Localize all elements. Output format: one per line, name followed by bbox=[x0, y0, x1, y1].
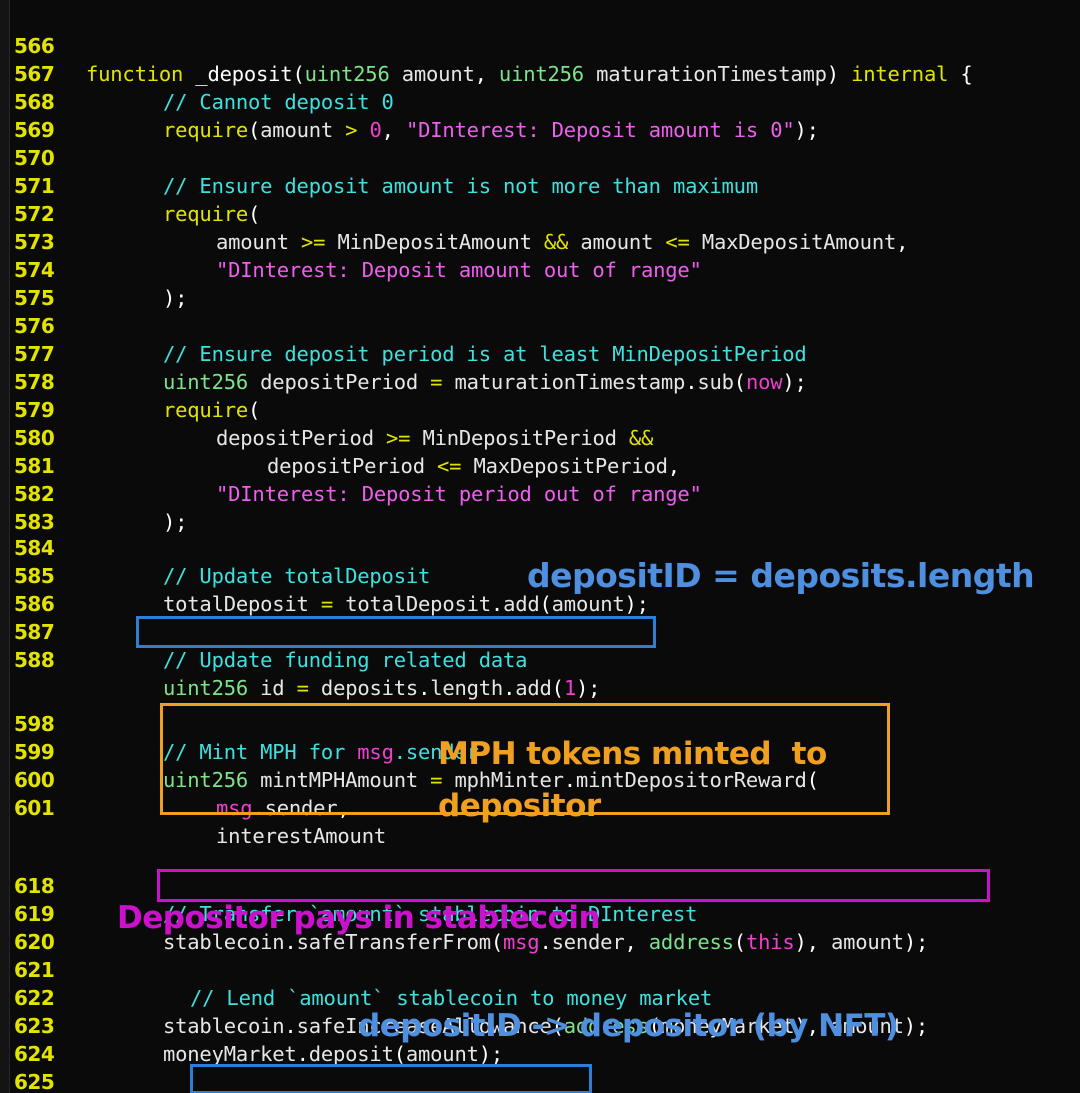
annotation-deposit-id-length: depositID = deposits.length bbox=[527, 556, 1035, 595]
code-row[interactable]: 626 depositNFT.mint(msg.sender, id); bbox=[0, 1066, 1080, 1093]
code-row[interactable]: 581 "DInterest: Deposit period out of ra… bbox=[0, 424, 1080, 506]
code-row[interactable]: 588 uint256 id = deposits.length.add(1); bbox=[0, 618, 1080, 700]
code-row[interactable]: 619 stablecoin.safeTransferFrom(msg.send… bbox=[0, 872, 1080, 954]
annotation-mph-minted-line2: depositor bbox=[438, 788, 601, 824]
code-row[interactable]: 618 // Transfer `amount` stablecoin to D… bbox=[0, 844, 1080, 926]
code-row[interactable]: 598 // Mint MPH for msg.sender bbox=[0, 682, 1080, 764]
code-row[interactable]: 568 require(amount > 0, "DInterest: Depo… bbox=[0, 60, 1080, 142]
code-row[interactable]: 566 function _deposit(uint256 amount, ui… bbox=[0, 4, 1080, 86]
line-number: 588 bbox=[14, 648, 55, 672]
code-row[interactable]: 575 bbox=[0, 256, 1080, 310]
code-row[interactable]: 578 require( bbox=[0, 340, 1080, 422]
code-row[interactable]: 582 ); bbox=[0, 452, 1080, 534]
code-row[interactable]: 583 bbox=[0, 480, 1080, 534]
code-row[interactable]: 579 depositPeriod >= MinDepositPeriod && bbox=[0, 368, 1080, 450]
code-screenshot: 566 function _deposit(uint256 amount, ui… bbox=[0, 0, 1080, 1093]
code-row[interactable]: 622 stablecoin.safeIncreaseAllowance(add… bbox=[0, 956, 1080, 1038]
annotation-depositor-pays: Depositor pays in stablecoin bbox=[117, 900, 601, 936]
code-row[interactable]: 576 // Ensure deposit period is at least… bbox=[0, 284, 1080, 366]
code-row[interactable]: 577 uint256 depositPeriod = maturationTi… bbox=[0, 312, 1080, 394]
code-row[interactable]: 573 "DInterest: Deposit amount out of ra… bbox=[0, 200, 1080, 282]
annotation-depositid-to-depositor: depositID -> depositor (by NFT) bbox=[358, 1008, 899, 1044]
code-row[interactable]: 572 amount >= MinDepositAmount && amount… bbox=[0, 172, 1080, 254]
code-row[interactable]: 574 ); bbox=[0, 228, 1080, 310]
annotation-mph-minted-line1: MPH tokens minted to bbox=[438, 736, 827, 772]
code-row[interactable]: 567 // Cannot deposit 0 bbox=[0, 32, 1080, 114]
code-row[interactable]: 584 // Update totalDeposit bbox=[0, 506, 1080, 588]
code-row[interactable]: 570 // Ensure deposit amount is not more… bbox=[0, 116, 1080, 198]
code-row[interactable]: 571 require( bbox=[0, 144, 1080, 226]
code-row[interactable]: 625 // Mint depositNFT bbox=[0, 1040, 1080, 1093]
code-row[interactable]: 599 uint256 mintMPHAmount = mphMinter.mi… bbox=[0, 710, 1080, 792]
code-row[interactable]: 580 depositPeriod <= MaxDepositPeriod, bbox=[0, 396, 1080, 478]
code-text: // Update funding related data bbox=[163, 648, 528, 672]
code-row[interactable]: 569 bbox=[0, 88, 1080, 142]
